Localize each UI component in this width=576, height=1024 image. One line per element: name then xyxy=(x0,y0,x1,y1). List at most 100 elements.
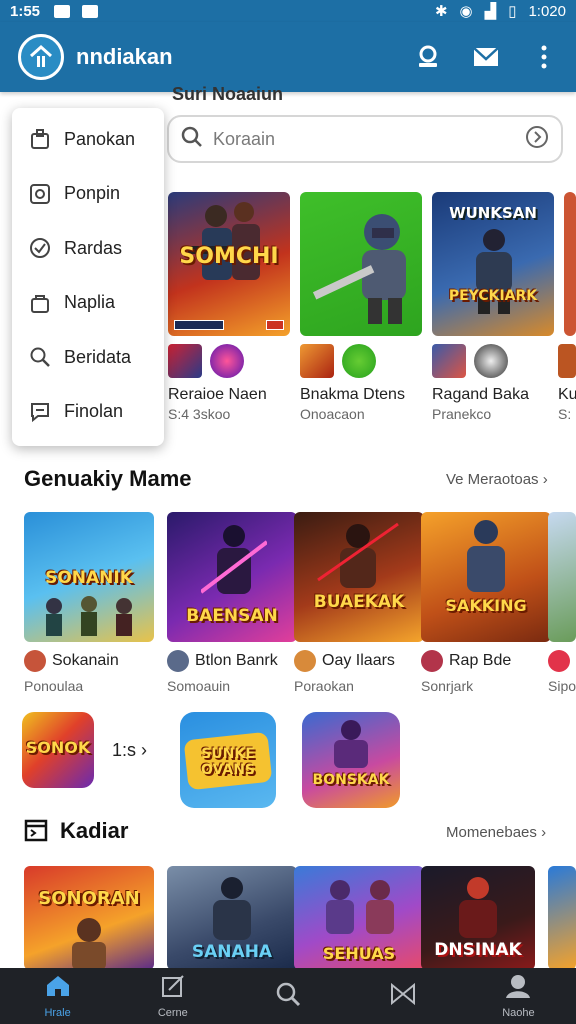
featured-title: Ku xyxy=(558,386,576,403)
search-icon xyxy=(28,345,52,369)
search-input[interactable]: Koraain xyxy=(213,129,525,150)
nav-label: Hrale xyxy=(44,1006,71,1019)
app-notification-icon xyxy=(82,4,99,18)
image-icon xyxy=(28,182,52,206)
chevron-right-icon: › xyxy=(542,471,548,488)
game-thumbnail[interactable] xyxy=(210,344,244,378)
app-tile[interactable]: BONSKAK xyxy=(302,712,400,808)
game-subtitle: Poraokan xyxy=(294,678,354,694)
card-art-title: SANAHA xyxy=(191,942,273,962)
game-thumbnail[interactable] xyxy=(558,344,576,378)
featured-subtitle: S:4 3skoo xyxy=(168,406,231,422)
menu-item-naplia[interactable]: Naplia xyxy=(12,276,164,331)
game-card[interactable] xyxy=(548,512,576,642)
wifi-icon: ◉ xyxy=(459,3,473,20)
section-see-more-link[interactable]: Ve Meraotoas › xyxy=(446,471,548,488)
game-subtitle: Somoauin xyxy=(167,678,231,694)
card-art-title: SAKKING xyxy=(445,596,527,615)
app-logo-icon[interactable] xyxy=(18,34,64,80)
game-title: Sokanain xyxy=(52,652,119,669)
search-icon xyxy=(181,126,203,153)
tile-count-label: 1:s xyxy=(112,740,137,760)
game-card[interactable] xyxy=(548,866,576,970)
game-card[interactable]: DNSINAK xyxy=(421,866,535,970)
featured-game-card[interactable]: WUNKSAN PEYCKIARK xyxy=(432,192,554,336)
menu-item-ponpin[interactable]: Ponpin xyxy=(12,167,164,222)
game-thumbnail[interactable] xyxy=(432,344,466,378)
game-thumbnail[interactable] xyxy=(300,344,334,378)
game-thumbnail[interactable] xyxy=(168,344,202,378)
card-art-title: SONORAN xyxy=(38,888,140,909)
game-card[interactable]: SANAHA xyxy=(167,866,297,970)
status-bar: 1:55 ✱ ◉ ▟ ▯ 1:020 xyxy=(0,0,576,22)
bluetooth-icon: ✱ xyxy=(434,3,448,20)
game-card[interactable]: SONORAN xyxy=(24,866,154,970)
featured-game-info: Ragand Baka Pranekco xyxy=(432,344,560,422)
game-card[interactable]: SONANIK xyxy=(24,512,154,642)
developer-avatar xyxy=(548,650,570,672)
featured-game-card[interactable] xyxy=(300,192,422,336)
menu-item-finolan[interactable]: Finolan xyxy=(12,385,164,440)
game-info: Sokanain Ponoulaa xyxy=(24,650,156,694)
mail-icon[interactable] xyxy=(472,43,500,71)
menu-item-panokan[interactable]: Panokan xyxy=(12,112,164,167)
card-art-title: BUAEKAK xyxy=(313,592,405,612)
featured-game-info: Bnakma Dtens Onoacaon xyxy=(300,344,428,422)
game-info: Sipo xyxy=(548,650,576,694)
app-tile[interactable]: SONOK xyxy=(22,712,94,788)
menu-item-label: Beridata xyxy=(64,346,132,367)
page-heading: Suri Noaaiun xyxy=(172,84,284,100)
bag-icon xyxy=(28,291,52,315)
developer-avatar xyxy=(421,650,443,672)
game-subtitle: Sonrjark xyxy=(421,678,474,694)
nav-tab-search[interactable] xyxy=(230,968,345,1024)
featured-game-card[interactable] xyxy=(564,192,576,336)
status-time: 1:55 xyxy=(10,2,41,20)
nav-tab-bookmarks[interactable] xyxy=(346,968,461,1024)
app-tile[interactable]: SUNKE OVANS xyxy=(180,712,276,808)
card-art-title: BAENSAN xyxy=(186,606,278,626)
calendar-icon xyxy=(24,818,48,847)
game-thumbnail[interactable] xyxy=(474,344,508,378)
battery-icon: ▯ xyxy=(508,3,517,20)
game-title: Btlon Banrk xyxy=(195,652,278,669)
menu-item-rardas[interactable]: Rardas xyxy=(12,221,164,276)
game-card[interactable]: BUAEKAK xyxy=(294,512,424,642)
nav-label: Naohe xyxy=(502,1006,535,1019)
app-bar: nndiakan xyxy=(0,22,576,92)
card-art-title: DNSINAK xyxy=(434,940,522,960)
developer-avatar xyxy=(24,650,46,672)
more-options-icon[interactable] xyxy=(530,43,558,71)
menu-item-label: Ponpin xyxy=(64,183,121,204)
game-thumbnail[interactable] xyxy=(342,344,376,378)
nav-tab-cerne[interactable]: Cerne xyxy=(115,968,230,1024)
game-card[interactable]: BAENSAN xyxy=(167,512,297,642)
account-icon[interactable] xyxy=(414,43,442,71)
game-title: Rap Bde xyxy=(449,652,512,669)
bottom-navigation: Hrale Cerne Naohe xyxy=(0,968,576,1024)
message-icon xyxy=(28,400,52,424)
game-info: Btlon Banrk Somoauin xyxy=(167,650,299,694)
card-art-title: SONANIK xyxy=(45,568,133,588)
game-card[interactable]: SAKKING xyxy=(421,512,551,642)
game-card[interactable]: SEHUAS xyxy=(294,866,424,970)
search-bar[interactable]: Koraain xyxy=(167,115,563,163)
game-info: Rap Bde Sonrjark xyxy=(421,650,539,694)
tile-count-link[interactable]: 1:s › xyxy=(112,740,147,761)
nav-tab-profile[interactable]: Naohe xyxy=(461,968,576,1024)
game-subtitle: Sipo xyxy=(548,678,576,694)
bowtie-icon xyxy=(390,982,416,1010)
edit-icon xyxy=(161,974,185,1003)
section-see-more-link[interactable]: Momenebaes › xyxy=(446,824,546,841)
nav-tab-home[interactable]: Hrale xyxy=(0,968,115,1024)
section-link-label: Momenebaes xyxy=(446,824,537,841)
menu-item-label: Naplia xyxy=(64,292,116,313)
featured-game-card[interactable]: SOMCHI xyxy=(168,192,290,336)
card-art-title: SOMCHI xyxy=(179,244,279,269)
developer-avatar xyxy=(167,650,189,672)
box-icon xyxy=(28,127,52,151)
voice-search-icon[interactable] xyxy=(525,125,549,154)
menu-item-beridata[interactable]: Beridata xyxy=(12,330,164,385)
featured-title: Bnakma Dtens xyxy=(300,386,405,403)
search-icon xyxy=(275,981,301,1012)
